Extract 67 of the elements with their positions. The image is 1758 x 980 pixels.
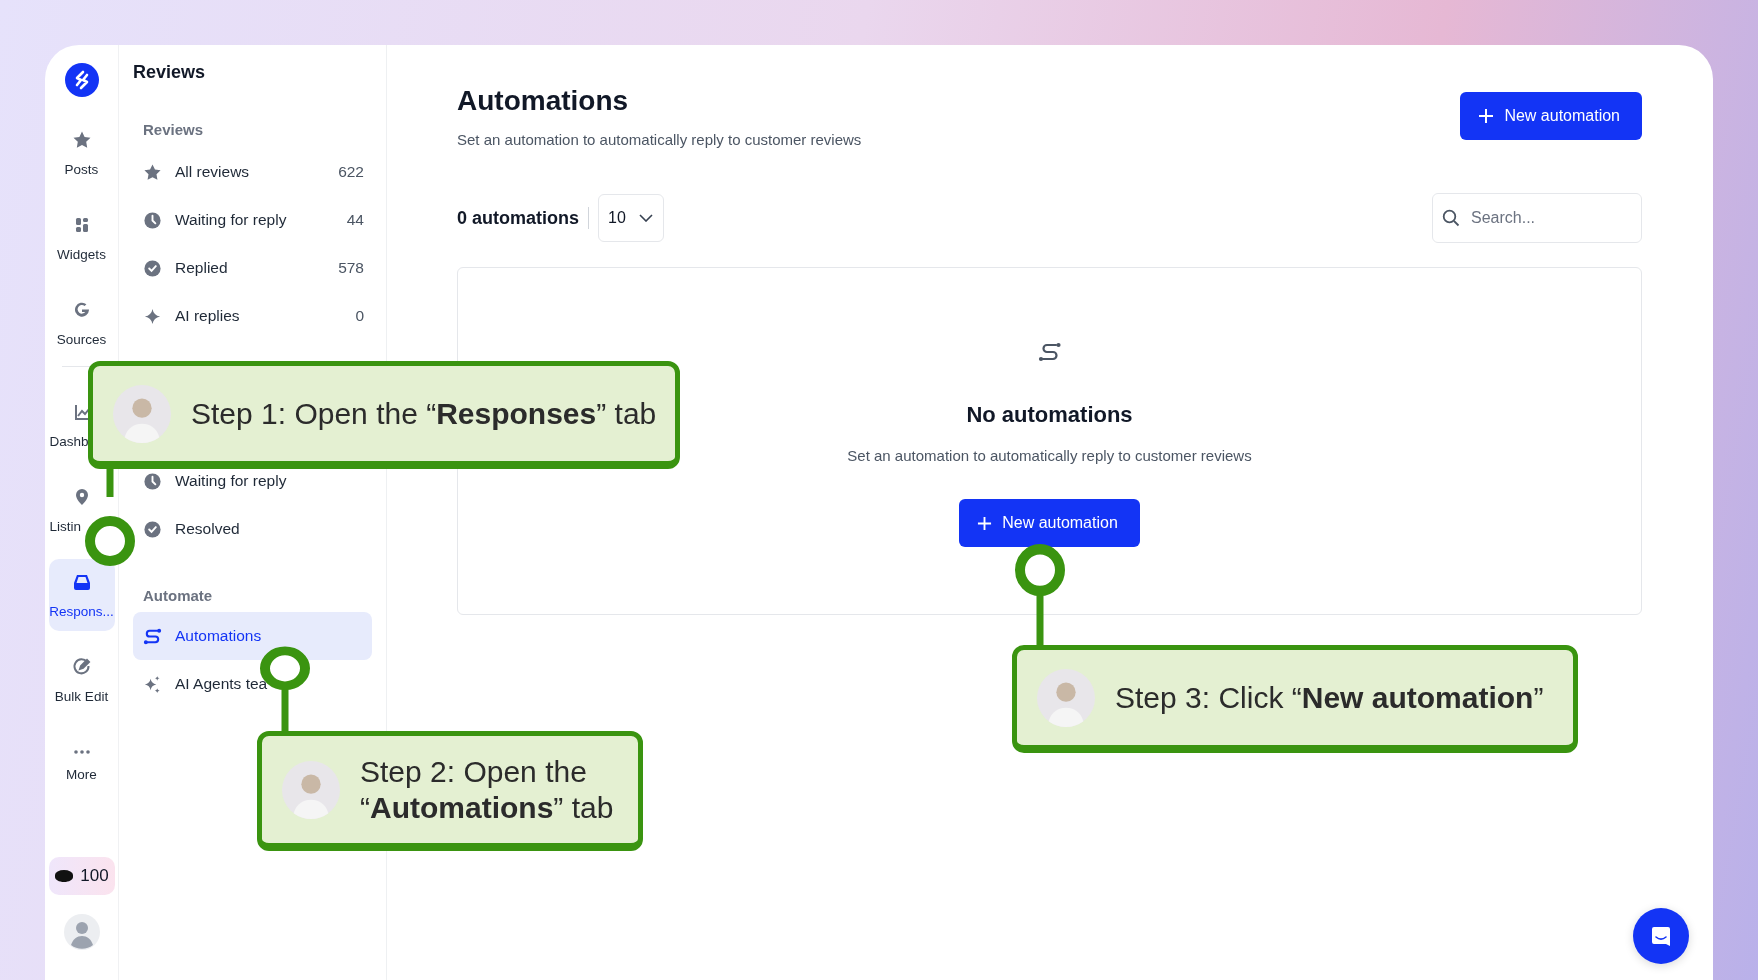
item-label: Replied: [175, 259, 229, 277]
chat-icon: [1649, 924, 1673, 948]
credits-count: 100: [80, 866, 109, 886]
item-label: AI Agents tea: [175, 675, 269, 693]
chevron-down-icon: [639, 214, 654, 222]
nav-item[interactable]: More: [48, 729, 115, 801]
avatar: [1037, 668, 1095, 727]
credits-badge[interactable]: 100: [48, 857, 115, 895]
item-icon: [143, 306, 162, 326]
sidebar-item[interactable]: AI Agents tea: [133, 660, 372, 708]
new-automation-button[interactable]: New automation: [1460, 92, 1642, 140]
item-label: AI replies: [175, 307, 241, 325]
callout-text: Step 1: Open the “Responses” tab: [191, 395, 657, 432]
nav-item[interactable]: Sources: [48, 287, 115, 359]
sidebar-item[interactable]: Resolved: [133, 505, 372, 553]
automation-count: 0 automations: [457, 207, 580, 229]
item-label: Resolved: [175, 520, 241, 538]
nav-item[interactable]: Posts: [48, 117, 115, 189]
sidebar-item[interactable]: Waiting for reply 44: [133, 196, 372, 244]
avatar: [282, 760, 340, 819]
plus-icon: [977, 515, 993, 531]
page-subtitle: Set an automation to automatically reply to customer reviews: [457, 131, 862, 148]
item-label: Automations: [175, 627, 263, 645]
item-icon: [143, 519, 162, 539]
item-count: 0: [355, 307, 364, 325]
item-label: Waiting for reply: [175, 472, 288, 490]
page-title: Automations: [457, 85, 630, 117]
chat-button[interactable]: [1633, 908, 1689, 964]
callout-text: Step 3: Click “New automation”: [1115, 679, 1544, 716]
item-icon: [143, 162, 162, 182]
coin-icon: [54, 869, 75, 883]
item-icon: [143, 626, 162, 646]
item-label: Waiting for reply: [175, 211, 288, 229]
section-heading: Reviews: [142, 121, 205, 138]
more-icon: [71, 748, 92, 755]
nav-item[interactable]: Respons...: [48, 559, 115, 631]
automation-icon: [1037, 340, 1062, 364]
page-size-select[interactable]: 10: [598, 194, 665, 242]
callout-text: Step 2: Open the “Automations” tab: [360, 753, 615, 826]
sidebar-item[interactable]: All reviews 622: [133, 148, 372, 196]
sidebar-item[interactable]: Automations: [133, 612, 372, 660]
plus-icon: [1478, 108, 1495, 124]
item-count: 622: [338, 163, 364, 181]
sidebar-item[interactable]: Replied 578: [133, 244, 372, 292]
nav-item[interactable]: Dashb: [48, 389, 115, 461]
item-count: 578: [338, 259, 364, 277]
item-icon: [143, 674, 162, 694]
nav-icon: [71, 656, 92, 677]
search-field[interactable]: Search...: [1432, 193, 1642, 243]
logo-icon: [64, 63, 99, 97]
empty-text: Set an automation to automatically reply to customer reviews: [847, 447, 1252, 464]
sidebar-item[interactable]: AI replies 0: [133, 292, 372, 340]
empty-title: No automations: [966, 402, 1133, 428]
sidebar-title: Reviews: [133, 62, 207, 83]
section-heading: Automate: [142, 587, 214, 604]
avatar: [113, 384, 171, 443]
item-icon: [143, 471, 162, 491]
item-icon: [143, 210, 162, 230]
item-count: 44: [346, 211, 364, 229]
nav-item[interactable]: Bulk Edit: [48, 644, 115, 716]
nav-item[interactable]: Widgets: [48, 202, 115, 274]
item-icon: [143, 258, 162, 278]
nav-item[interactable]: Listin: [48, 474, 115, 546]
search-icon: [1442, 209, 1460, 227]
new-automation-button[interactable]: New automation: [959, 499, 1140, 547]
item-label: All reviews: [175, 163, 251, 181]
sidebar-item[interactable]: Waiting for reply: [133, 457, 372, 505]
